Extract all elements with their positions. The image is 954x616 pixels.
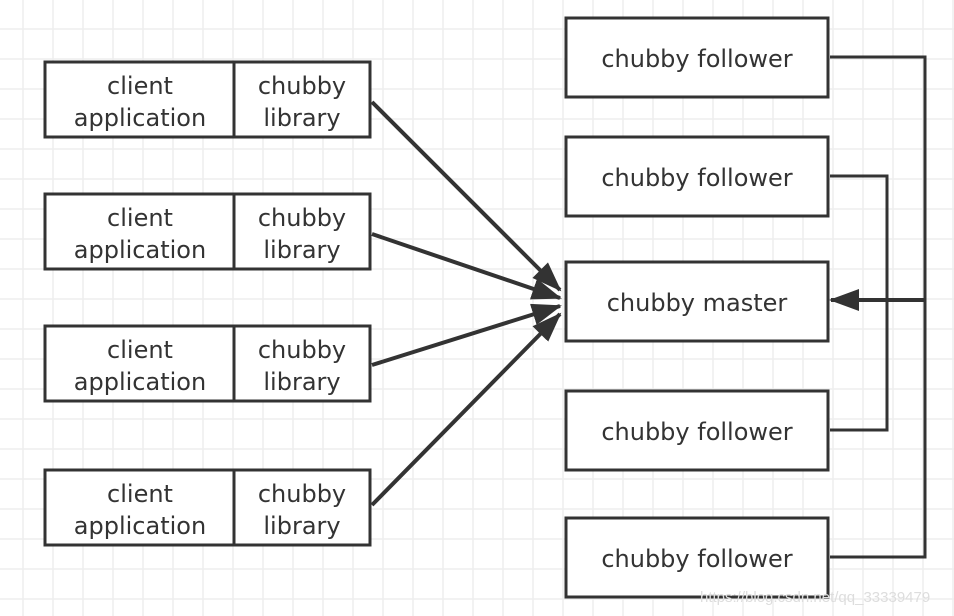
chubby-architecture-diagram: client application chubby library client appl…	[0, 0, 954, 616]
server-label: chubby follower	[601, 164, 792, 192]
server-label: chubby master	[607, 289, 788, 317]
client-to-master-arrow	[371, 232, 562, 300]
chubby-follower-node: chubby follower	[564, 516, 830, 599]
watermark: https://blog.csdn.net/qq_33339479	[700, 589, 930, 606]
server-label: chubby follower	[601, 545, 792, 573]
client-application-label: application	[74, 236, 206, 264]
server-label: chubby follower	[601, 45, 792, 73]
chubby-master-node: chubby master	[564, 260, 830, 343]
client-to-master-arrow	[370, 312, 562, 507]
client-group: client application chubby library client appl…	[43, 60, 372, 547]
client-application-label: application	[74, 512, 206, 540]
client-node: client application chubby library	[43, 468, 372, 547]
server-group: chubby follower chubby follower chubby mas…	[564, 16, 830, 599]
client-to-master-arrow	[371, 303, 562, 367]
client-to-master-arrow	[370, 100, 562, 292]
chubby-follower-node: chubby follower	[564, 135, 830, 218]
chubby-library-label: chubby	[258, 336, 346, 364]
chubby-library-label: chubby	[258, 72, 346, 100]
client-node: client application chubby library	[43, 324, 372, 403]
chubby-follower-node: chubby follower	[564, 389, 830, 472]
follower-inner-connector	[830, 174, 889, 432]
client-application-label: client	[107, 480, 173, 508]
chubby-library-label: library	[263, 512, 340, 540]
client-node: client application chubby library	[43, 60, 372, 139]
client-node: client application chubby library	[43, 192, 372, 271]
client-application-label: application	[74, 368, 206, 396]
follower-outer-connector	[830, 55, 927, 559]
client-application-label: client	[107, 204, 173, 232]
chubby-library-label: library	[263, 368, 340, 396]
client-application-label: client	[107, 336, 173, 364]
chubby-follower-node: chubby follower	[564, 16, 830, 99]
chubby-library-label: chubby	[258, 480, 346, 508]
chubby-library-label: library	[263, 236, 340, 264]
server-label: chubby follower	[601, 418, 792, 446]
chubby-library-label: library	[263, 104, 340, 132]
client-application-label: client	[107, 72, 173, 100]
chubby-library-label: chubby	[258, 204, 346, 232]
client-application-label: application	[74, 104, 206, 132]
